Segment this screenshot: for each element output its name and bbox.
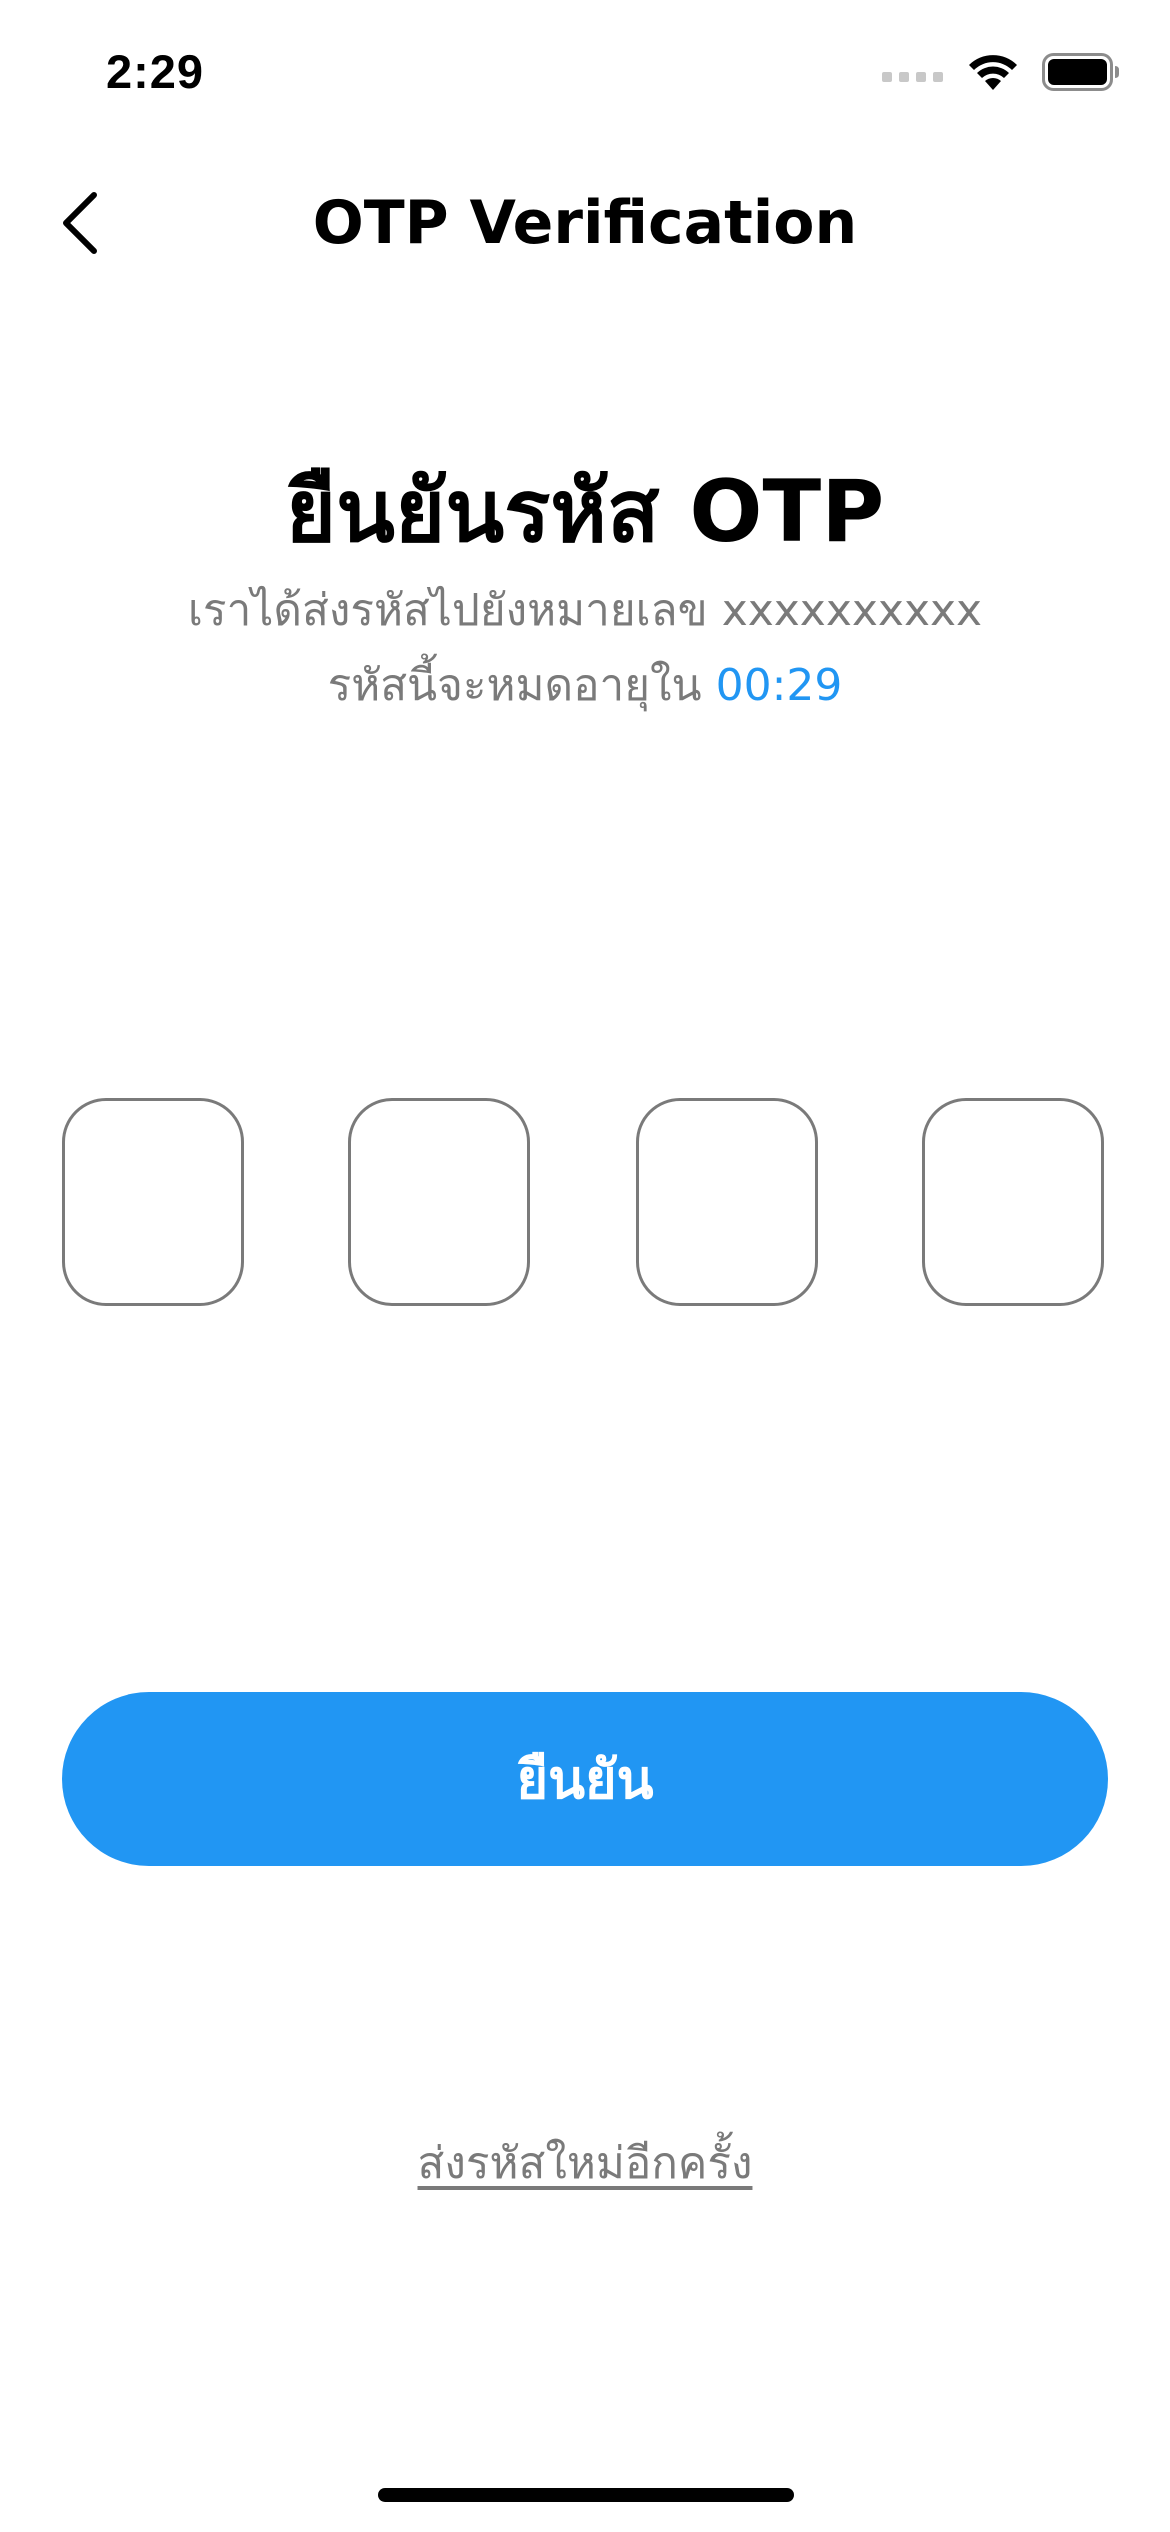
- battery-icon: [1042, 53, 1120, 95]
- expiry-prefix: รหัสนี้จะหมดอายุใน: [327, 660, 702, 711]
- wifi-icon: [966, 52, 1020, 96]
- otp-digit-4-input[interactable]: [922, 1098, 1104, 1306]
- home-indicator: [378, 2488, 794, 2502]
- nav-bar: OTP Verification: [0, 160, 1170, 290]
- otp-digit-3-input[interactable]: [636, 1098, 818, 1306]
- status-bar: 2:29: [0, 0, 1170, 150]
- otp-digit-1-input[interactable]: [62, 1098, 244, 1306]
- otp-digit-2-input[interactable]: [348, 1098, 530, 1306]
- cellular-signal-icon: [882, 62, 944, 86]
- status-time: 2:29: [106, 45, 205, 98]
- resend-otp-link[interactable]: ส่งรหัสใหม่อีกครั้ง: [0, 2128, 1170, 2198]
- otp-sent-message: เราได้ส่งรหัสไปยังหมายเลข xxxxxxxxxx: [187, 585, 983, 636]
- otp-input-group: [62, 1098, 1108, 1310]
- page-title: OTP Verification: [312, 188, 858, 258]
- otp-heading: ยืนยันรหัส OTP: [285, 462, 885, 562]
- countdown-timer: 00:29: [715, 660, 843, 711]
- status-icons: [882, 52, 1120, 96]
- confirm-button-label: ยืนยัน: [516, 1748, 654, 1811]
- otp-expiry-message: รหัสนี้จะหมดอายุใน 00:29: [0, 650, 1170, 720]
- confirm-button[interactable]: ยืนยัน: [62, 1692, 1108, 1866]
